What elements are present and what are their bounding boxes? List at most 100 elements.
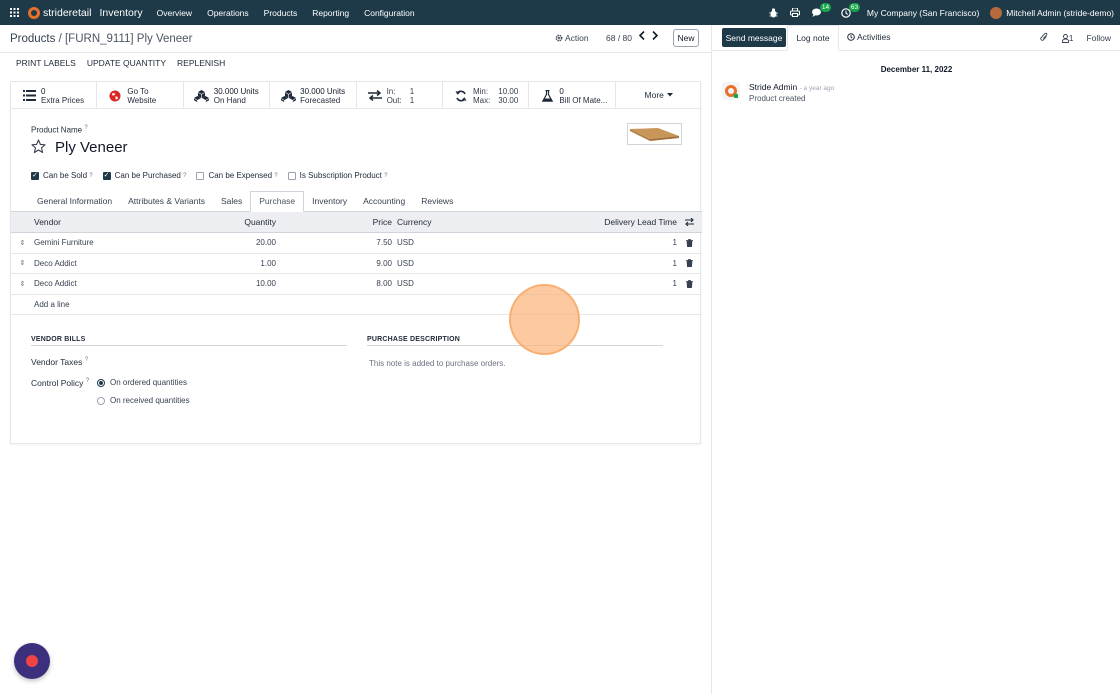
update-quantity-button[interactable]: UPDATE QUANTITY (87, 58, 166, 68)
radio-ordered-quantities[interactable]: On ordered quantities (97, 378, 187, 387)
tab-reviews[interactable]: Reviews (413, 190, 461, 211)
action-menu-button[interactable]: Action (555, 33, 589, 43)
smart-min-max[interactable]: Min: 10.00 Max: 30.00 (443, 82, 530, 109)
paperclip-icon[interactable] (1040, 32, 1048, 44)
pager-next-icon[interactable] (652, 30, 659, 43)
tab-inventory[interactable]: Inventory (304, 190, 355, 211)
cell-currency[interactable]: USD (392, 259, 494, 268)
add-line-link[interactable]: Add a line (11, 295, 702, 315)
can-be-sold-checkbox[interactable]: ✓ Can be Sold ? (31, 171, 93, 180)
cell-quantity[interactable]: 20.00 (162, 238, 276, 247)
smart-forecasted[interactable]: 30.000 Units Forecasted (270, 82, 357, 109)
product-name-field[interactable]: Ply Veneer (55, 139, 128, 156)
cell-currency[interactable]: USD (392, 238, 494, 247)
replenish-button[interactable]: REPLENISH (177, 58, 225, 68)
print-labels-button[interactable]: PRINT LABELS (16, 58, 76, 68)
tab-sales[interactable]: Sales (213, 190, 250, 211)
in-label: In: (386, 86, 396, 96)
drag-handle-icon[interactable]: ⇕ (11, 259, 34, 267)
cell-quantity[interactable]: 1.00 (162, 259, 276, 268)
activity-clock-icon[interactable]: 63 (841, 2, 861, 18)
more-button[interactable]: More (616, 82, 702, 108)
cell-currency[interactable]: USD (392, 279, 494, 288)
cell-price[interactable]: 9.00 (276, 259, 392, 268)
radio-received-quantities[interactable]: On received quantities (97, 396, 190, 405)
message-avatar[interactable] (722, 82, 740, 100)
chat-icon[interactable]: 14 (811, 3, 832, 17)
recorder-button[interactable] (14, 643, 50, 679)
col-currency[interactable]: Currency (392, 217, 494, 227)
tab-attributes-variants[interactable]: Attributes & Variants (120, 190, 213, 211)
log-note-button[interactable]: Log note (787, 25, 839, 51)
smart-in-out[interactable]: In: 1 Out: 1 (357, 82, 443, 109)
new-button[interactable]: New (673, 29, 699, 47)
company-switcher[interactable]: My Company (San Francisco) (867, 8, 979, 18)
col-price[interactable]: Price (276, 217, 392, 227)
cell-price[interactable]: 7.50 (276, 238, 392, 247)
table-row[interactable]: ⇕ Gemini Furniture 20.00 7.50 USD 1 (11, 233, 702, 254)
record-icon (26, 655, 38, 667)
activities-button[interactable]: Activities (847, 32, 891, 42)
send-message-button[interactable]: Send message (722, 28, 786, 47)
app-name[interactable]: Inventory (99, 7, 142, 19)
cell-lead-time[interactable]: 1 (494, 279, 677, 288)
help-tooltip-icon[interactable]: ? (84, 125, 87, 131)
section-divider (31, 345, 347, 346)
menu-operations[interactable]: Operations (207, 8, 249, 18)
more-label: More (644, 90, 664, 100)
menu-reporting[interactable]: Reporting (312, 8, 349, 18)
tab-accounting[interactable]: Accounting (355, 190, 413, 211)
smart-bill-of-materials[interactable]: 0 Bill Of Mate... (529, 82, 616, 109)
on-hand-label: On Hand (213, 95, 246, 105)
brand-logo[interactable]: strideretail (28, 6, 91, 19)
smart-extra-prices[interactable]: 0 Extra Prices (11, 82, 98, 109)
col-delivery-lead-time[interactable]: Delivery Lead Time (494, 217, 677, 227)
pager-previous-icon[interactable] (638, 30, 645, 43)
max-label: Max: (472, 95, 491, 105)
user-avatar[interactable] (990, 6, 1003, 19)
pager-value[interactable]: 68 / 80 (606, 33, 632, 43)
menu-overview[interactable]: Overview (157, 8, 192, 18)
exchange-icon (367, 89, 383, 103)
trash-icon[interactable] (677, 238, 702, 247)
smart-go-to-website[interactable]: Go To Website (97, 82, 184, 109)
can-be-purchased-checkbox[interactable]: ✓ Can be Purchased ? (102, 171, 186, 180)
can-be-expensed-checkbox[interactable]: Can be Expensed ? (196, 171, 278, 180)
favorite-star-icon[interactable] (31, 139, 46, 156)
bom-label: Bill Of Mate... (559, 95, 608, 105)
cell-price[interactable]: 8.00 (276, 279, 392, 288)
trash-icon[interactable] (677, 259, 702, 268)
is-subscription-checkbox[interactable]: Is Subscription Product ? (287, 171, 387, 180)
cell-lead-time[interactable]: 1 (494, 238, 677, 247)
menu-products[interactable]: Products (264, 8, 298, 18)
tab-purchase[interactable]: Purchase (250, 191, 305, 212)
optional-columns-icon[interactable] (677, 218, 702, 226)
cell-quantity[interactable]: 10.00 (162, 279, 276, 288)
col-vendor[interactable]: Vendor (34, 217, 162, 227)
purchase-description-field[interactable]: This note is added to purchase orders. (369, 359, 506, 368)
on-hand-value: 30.000 Units (213, 86, 259, 96)
cell-lead-time[interactable]: 1 (494, 259, 677, 268)
drag-handle-icon[interactable]: ⇕ (11, 280, 34, 288)
col-quantity[interactable]: Quantity (162, 217, 276, 227)
trash-icon[interactable] (677, 279, 702, 288)
follow-button[interactable]: Follow (1086, 33, 1111, 43)
apps-menu-icon[interactable] (0, 8, 28, 17)
cell-vendor[interactable]: Deco Addict (34, 279, 162, 288)
cell-vendor[interactable]: Deco Addict (34, 259, 162, 268)
menu-configuration[interactable]: Configuration (364, 8, 415, 18)
vendor-bills-title: VENDOR BILLS (31, 336, 86, 343)
breadcrumb-products[interactable]: Products (10, 33, 55, 45)
print-icon[interactable] (789, 8, 800, 17)
cell-vendor[interactable]: Gemini Furniture (34, 238, 162, 247)
product-image[interactable] (627, 123, 682, 145)
drag-handle-icon[interactable]: ⇕ (11, 239, 34, 247)
smart-on-hand[interactable]: 30.000 Units On Hand (184, 82, 271, 109)
forecasted-label: Forecasted (300, 95, 341, 105)
followers-button[interactable]: 1 (1061, 33, 1073, 43)
table-row[interactable]: ⇕ Deco Addict 10.00 8.00 USD 1 (11, 274, 702, 295)
user-menu[interactable]: Mitchell Admin (stride-demo) (1006, 8, 1114, 18)
bug-icon[interactable] (768, 7, 778, 18)
table-row[interactable]: ⇕ Deco Addict 1.00 9.00 USD 1 (11, 254, 702, 274)
tab-general-information[interactable]: General Information (29, 190, 120, 211)
